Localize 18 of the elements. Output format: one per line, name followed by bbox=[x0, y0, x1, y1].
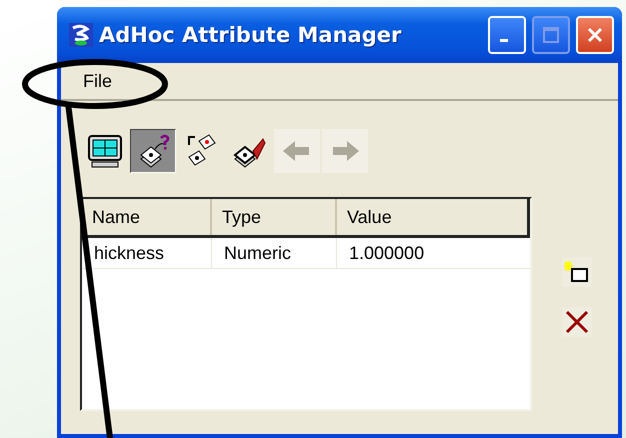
table-cell: hickness bbox=[82, 238, 212, 268]
menu-item[interactable]: File bbox=[83, 70, 112, 92]
table-cell: Numeric bbox=[212, 238, 337, 268]
maximize-icon bbox=[541, 25, 561, 45]
toolbar-button[interactable] bbox=[130, 129, 176, 173]
column-header[interactable]: Type bbox=[212, 199, 337, 235]
window-title: AdHoc Attribute Manager bbox=[99, 23, 402, 47]
minimize-icon bbox=[500, 38, 508, 42]
monitor-icon bbox=[87, 133, 123, 169]
column-header[interactable]: Value bbox=[337, 199, 527, 235]
new-item-button[interactable] bbox=[562, 257, 592, 287]
minimize-button[interactable] bbox=[488, 16, 526, 54]
delete-button[interactable] bbox=[562, 307, 592, 337]
close-button[interactable] bbox=[576, 16, 614, 54]
table-cell-text: 1.000000 bbox=[348, 242, 426, 264]
app-logo-icon bbox=[69, 23, 93, 47]
column-header[interactable]: Name bbox=[82, 199, 212, 235]
close-icon bbox=[585, 25, 605, 45]
